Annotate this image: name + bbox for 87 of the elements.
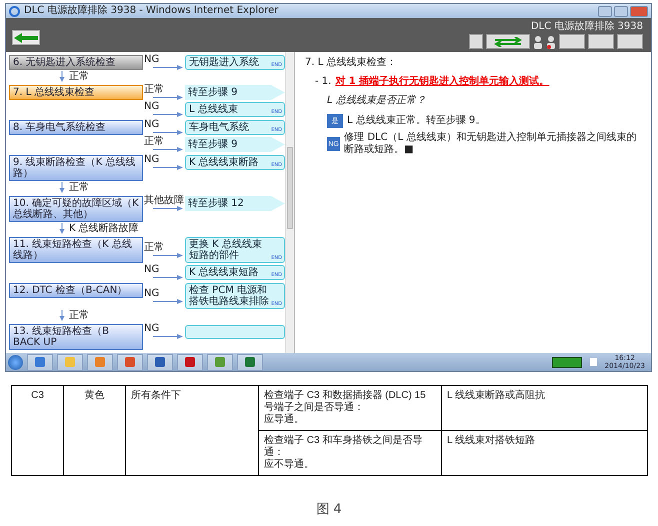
person-icon[interactable] — [546, 34, 556, 48]
table-cell: C3 — [12, 386, 64, 476]
goto-step-link[interactable]: 转至步骤 9 — [185, 85, 285, 100]
connector-arrow — [152, 334, 183, 339]
table-cell: 黄色 — [64, 386, 126, 476]
branch-label: 正常 — [143, 85, 164, 95]
instruction-link[interactable]: 对 1 插端子执行无钥匙进入控制单元输入测试。 — [335, 76, 550, 88]
start-button[interactable] — [8, 354, 23, 370]
answer-text: L 总线线束正常。转至步骤 9。 — [347, 115, 486, 127]
connector-arrow — [152, 130, 183, 135]
flow-step[interactable]: 7. L 总线线束检查 — [9, 85, 143, 100]
branch-label: 正常 — [143, 242, 164, 252]
flow-step[interactable]: 10. 确定可疑的故障区域（K 总线断路、其他） — [9, 196, 143, 222]
minimize-button[interactable] — [598, 6, 612, 16]
result-text: 车身电气系统 — [189, 122, 249, 133]
taskbar-app-icon[interactable] — [237, 354, 263, 370]
branch-label: 正常 — [143, 137, 164, 147]
connector-arrow — [152, 165, 183, 170]
window-title: DLC 电源故障排除 3938 - Windows Internet Explorer — [24, 5, 278, 17]
branch-label: 正常 — [69, 71, 89, 82]
connector-arrow — [152, 65, 183, 70]
branch-label: 正常 — [69, 310, 89, 321]
table-cell: 所有条件下 — [126, 386, 259, 476]
taskbar-app-icon[interactable] — [27, 354, 53, 370]
question-text: L 总线线束是否正常？ — [326, 95, 427, 107]
down-arrow — [60, 310, 64, 321]
taskbar-app-icon[interactable] — [117, 354, 143, 370]
person-icon[interactable] — [533, 34, 543, 48]
connector-arrow — [152, 206, 183, 211]
table-cell: L 线线束断路或高阻抗 — [442, 386, 648, 431]
arrow-icon — [13, 32, 39, 44]
branch-label: NG — [143, 120, 160, 130]
down-arrow — [60, 223, 64, 234]
step-heading: 7. L 总线线束检查： — [305, 57, 398, 69]
flow-step[interactable]: 8. 车身电气系统检查 — [9, 120, 143, 135]
back-button[interactable] — [12, 30, 40, 45]
flow-step[interactable]: 13. 线束短路检查（B BACK UP — [9, 324, 143, 350]
branch-label: NG — [143, 155, 160, 165]
down-arrow — [60, 182, 64, 193]
result-text: 更换 K 总线线束短路的部件 — [189, 239, 262, 261]
table-cell: L 线线束对搭铁短路 — [442, 431, 648, 476]
taskbar-app-icon[interactable] — [207, 354, 233, 370]
branch-label: NG — [143, 102, 160, 112]
table-cell: 检查端子 C3 和数据插接器 (DLC) 15 号端子之间是否导通： 应导通。 — [259, 386, 442, 431]
down-arrow — [60, 71, 64, 82]
page-title: DLC 电源故障排除 3938 — [530, 21, 643, 33]
connector-arrow — [152, 95, 183, 100]
branch-label: NG — [143, 288, 160, 298]
connector-arrow — [152, 147, 183, 152]
table-cell: 检查端子 C3 和车身搭铁之间是否导通： 应不导通。 — [259, 431, 442, 476]
taskbar-app-icon[interactable] — [147, 354, 173, 370]
flow-step[interactable]: 12. DTC 检查（B-CAN） — [9, 283, 143, 298]
connector-arrow — [152, 298, 183, 304]
connector-arrow — [152, 252, 183, 258]
answer-text: 修理 DLC（L 总线线束）和无钥匙进入控制单元插接器之间线束的断路或短路。■ — [344, 132, 638, 156]
taskbar-app-icon[interactable] — [57, 354, 83, 370]
scrollbar[interactable] — [285, 52, 294, 353]
goto-step-link[interactable]: 转至步骤 12 — [185, 196, 285, 211]
branch-label: 其他故障 — [143, 196, 184, 206]
goto-step-link[interactable]: 转至步骤 9 — [185, 137, 285, 152]
taskbar-app-icon[interactable] — [177, 354, 203, 370]
close-button[interactable] — [630, 6, 648, 16]
connector-arrow — [152, 112, 183, 117]
connector-arrow — [152, 275, 183, 280]
result-text: 无钥匙进入系统 — [189, 57, 259, 68]
browser-icon — [9, 6, 20, 16]
result-text: K 总线线束短路 — [189, 267, 259, 278]
branch-label: NG — [143, 324, 160, 334]
result-text: 检查 PCM 电源和搭铁电路线束排除 — [189, 285, 269, 307]
flow-step[interactable]: 6. 无钥匙进入系统检查 — [9, 55, 143, 70]
maximize-button[interactable] — [614, 6, 628, 16]
figure-caption: 图 4 — [315, 501, 343, 518]
result-text: L 总线线束 — [189, 104, 238, 115]
battery-icon — [552, 356, 582, 368]
scrollbar-thumb[interactable] — [287, 147, 293, 229]
branch-label: 正常 — [69, 182, 89, 193]
taskbar-app-icon[interactable] — [87, 354, 113, 370]
branch-label: K 总线断路故障 — [69, 223, 139, 234]
branch-label: NG — [143, 265, 160, 275]
sync-button[interactable] — [486, 34, 530, 49]
list-marker: - 1. — [315, 76, 332, 88]
flow-step[interactable]: 9. 线束断路检查（K 总线线路） — [9, 155, 143, 181]
branch-label: NG — [143, 55, 160, 65]
flow-result[interactable] — [185, 324, 285, 338]
flow-step[interactable]: 11. 线束短路检查（K 总线线路） — [9, 237, 143, 263]
result-text: K 总线线束断路 — [189, 157, 259, 168]
arrows-icon — [493, 36, 523, 46]
